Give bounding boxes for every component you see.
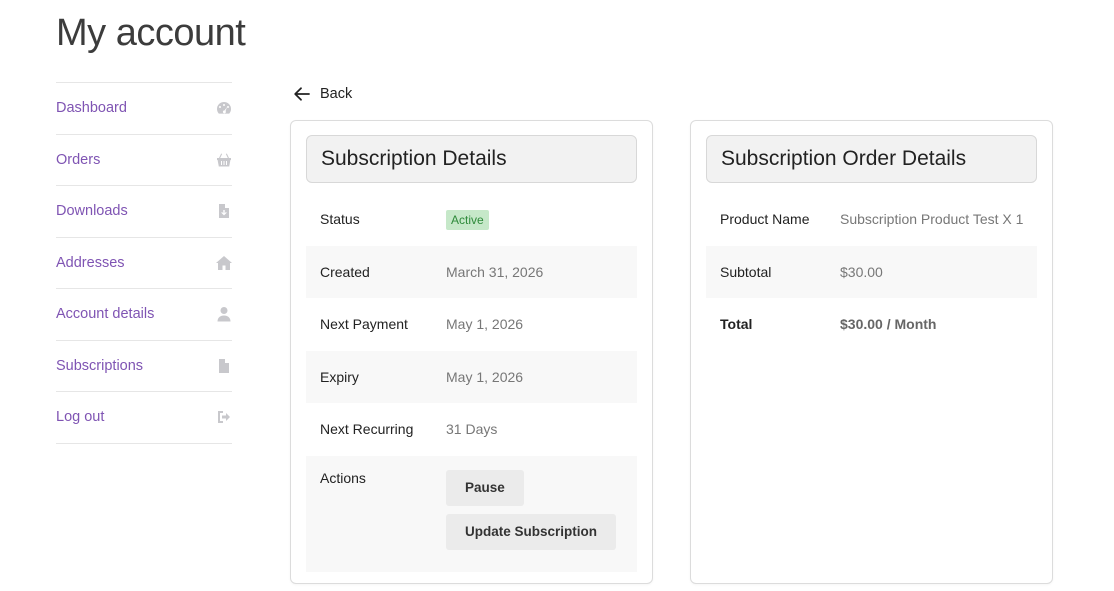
sidebar-item-label: Dashboard — [56, 100, 127, 117]
sidebar-item-label: Account details — [56, 306, 155, 323]
file-text-icon — [216, 358, 232, 374]
page-title: My account — [56, 12, 246, 54]
total-value: $30.00 / Month — [840, 316, 937, 333]
next-recurring-row: Next Recurring 31 Days — [306, 403, 637, 456]
expiry-value: May 1, 2026 — [446, 368, 524, 385]
back-label: Back — [320, 86, 353, 102]
subscription-details-title: Subscription Details — [306, 135, 637, 183]
sidebar-item-dashboard[interactable]: Dashboard — [56, 83, 232, 135]
status-badge: Active — [446, 210, 489, 231]
created-value: March 31, 2026 — [446, 263, 544, 280]
order-details-title: Subscription Order Details — [706, 135, 1037, 183]
next-payment-value: May 1, 2026 — [446, 316, 524, 333]
arrow-left-icon — [294, 87, 310, 101]
sidebar-item-account-details[interactable]: Account details — [56, 289, 232, 341]
back-link[interactable]: Back — [292, 84, 352, 104]
next-recurring-label: Next Recurring — [320, 421, 414, 438]
actions-row: Actions Pause Update Subscription — [306, 455, 637, 572]
update-subscription-button[interactable]: Update Subscription — [446, 513, 617, 550]
actions-label: Actions — [320, 469, 366, 486]
sidebar-item-label: Log out — [56, 409, 105, 426]
account-navigation: Dashboard Orders Downloads Addresses Acc… — [56, 82, 232, 444]
product-label: Product Name — [720, 211, 810, 228]
order-details-card: Subscription Order Details Product Name … — [690, 120, 1053, 584]
sidebar-item-label: Orders — [56, 151, 101, 168]
sidebar-item-downloads[interactable]: Downloads — [56, 186, 232, 238]
expiry-row: Expiry May 1, 2026 — [306, 350, 637, 403]
expiry-label: Expiry — [320, 368, 359, 385]
product-row: Product Name Subscription Product Test X… — [706, 193, 1037, 246]
next-payment-label: Next Payment — [320, 316, 408, 333]
product-value: Subscription Product Test X 1 — [840, 211, 1024, 228]
subtotal-label: Subtotal — [720, 263, 772, 280]
user-icon — [216, 306, 232, 322]
dashboard-icon — [216, 100, 232, 116]
total-row: Total $30.00 / Month — [706, 298, 1037, 351]
file-download-icon — [216, 203, 232, 219]
subscription-details-card: Subscription Details Status Active Creat… — [290, 120, 653, 584]
sidebar-item-subscriptions[interactable]: Subscriptions — [56, 341, 232, 392]
subtotal-value: $30.00 — [840, 263, 883, 280]
basket-icon — [216, 152, 232, 168]
status-label: Status — [320, 211, 360, 228]
sidebar-item-log-out[interactable]: Log out — [56, 392, 232, 444]
sidebar-item-label: Subscriptions — [56, 357, 144, 374]
sidebar-item-label: Downloads — [56, 203, 128, 220]
subtotal-row: Subtotal $30.00 — [706, 245, 1037, 298]
next-recurring-value: 31 Days — [446, 421, 498, 438]
next-payment-row: Next Payment May 1, 2026 — [306, 298, 637, 351]
sidebar-item-label: Addresses — [56, 254, 125, 271]
sign-out-icon — [216, 409, 232, 425]
created-label: Created — [320, 263, 370, 280]
pause-button[interactable]: Pause — [446, 469, 524, 506]
total-label: Total — [720, 316, 753, 333]
sidebar-item-orders[interactable]: Orders — [56, 135, 232, 186]
home-icon — [216, 255, 232, 271]
created-row: Created March 31, 2026 — [306, 245, 637, 298]
sidebar-item-addresses[interactable]: Addresses — [56, 238, 232, 289]
status-row: Status Active — [306, 193, 637, 246]
